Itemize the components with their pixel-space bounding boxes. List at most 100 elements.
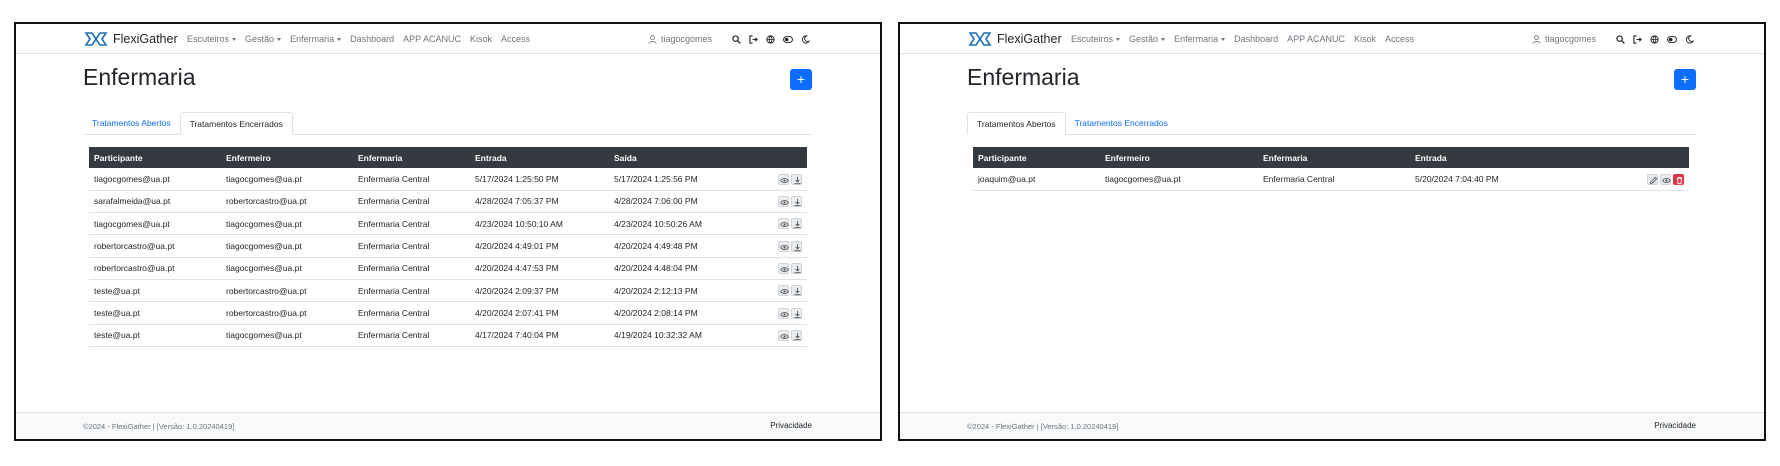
nav-escuteiros[interactable]: Escuteiros xyxy=(1071,34,1121,44)
table-row: teste@ua.pt tiagocgomes@ua.pt Enfermaria… xyxy=(89,324,807,347)
cell-enfermaria: Enfermaria Central xyxy=(353,257,470,280)
nav-kisok[interactable]: Kisok xyxy=(470,34,492,44)
cell-enfermaria: Enfermaria Central xyxy=(353,212,470,236)
cell-entrada: 5/20/2024 7:04:40 PM xyxy=(1410,168,1570,191)
logout-icon[interactable] xyxy=(749,34,758,44)
brand-name: FlexiGather xyxy=(997,32,1062,46)
nav-links: Escuteiros Gestão Enfermaria Dashboard A… xyxy=(187,24,539,54)
nav-app-acanuc[interactable]: APP ACANUC xyxy=(1287,34,1345,44)
privacy-link[interactable]: Privacidade xyxy=(770,421,812,430)
search-icon[interactable] xyxy=(732,34,741,44)
nav-access[interactable]: Access xyxy=(1385,34,1414,44)
view-button[interactable] xyxy=(778,173,789,185)
cell-saida: 4/20/2024 2:08:14 PM xyxy=(609,301,765,325)
nav-right: tiagocgomes xyxy=(1532,24,1694,54)
view-button[interactable] xyxy=(778,240,789,252)
brand[interactable]: FlexiGather xyxy=(967,30,1062,48)
nav-dashboard[interactable]: Dashboard xyxy=(350,34,394,44)
cell-participante: robertorcastro@ua.pt xyxy=(89,234,221,258)
nav-kisok[interactable]: Kisok xyxy=(1354,34,1376,44)
download-button[interactable] xyxy=(791,240,802,252)
add-button[interactable]: + xyxy=(790,69,812,90)
view-button[interactable] xyxy=(778,285,789,297)
footer: ©2024 - FlexiGather | [Versão: 1.0.20240… xyxy=(900,412,1764,439)
nav-app-acanuc[interactable]: APP ACANUC xyxy=(403,34,461,44)
view-button[interactable] xyxy=(778,196,789,208)
delete-button[interactable] xyxy=(1673,173,1684,185)
search-icon[interactable] xyxy=(1616,34,1625,44)
contrast-icon[interactable] xyxy=(783,35,793,44)
nav-escuteiros[interactable]: Escuteiros xyxy=(187,34,237,44)
view-button[interactable] xyxy=(1660,173,1671,185)
cell-enfermeiro: tiagocgomes@ua.pt xyxy=(221,212,353,236)
eye-icon xyxy=(780,267,789,272)
download-button[interactable] xyxy=(791,196,802,208)
nav-gestao[interactable]: Gestão xyxy=(1129,34,1166,44)
tab-tratamentos-abertos[interactable]: Tratamentos Abertos xyxy=(83,112,180,135)
table-row: tiagocgomes@ua.pt tiagocgomes@ua.pt Enfe… xyxy=(89,212,807,236)
download-button[interactable] xyxy=(791,173,802,185)
download-button[interactable] xyxy=(791,285,802,297)
nav-dashboard[interactable]: Dashboard xyxy=(1234,34,1278,44)
column-header xyxy=(1570,147,1689,168)
add-button[interactable]: + xyxy=(1674,69,1696,90)
cell-enfermeiro: tiagocgomes@ua.pt xyxy=(221,168,353,191)
cell-enfermaria: Enfermaria Central xyxy=(353,279,470,303)
nav-gestao[interactable]: Gestão xyxy=(245,34,282,44)
screenshot-panel-open: FlexiGather Escuteiros Gestão Enfermaria… xyxy=(898,22,1766,441)
eye-icon xyxy=(780,177,789,183)
column-header xyxy=(765,147,807,168)
nav-label: Gestão xyxy=(245,34,275,44)
cell-enfermeiro: robertorcastro@ua.pt xyxy=(221,279,353,303)
closed-treatments-table: Participante Enfermeiro Enfermaria Entra… xyxy=(89,147,807,347)
caret-down-icon xyxy=(232,38,237,42)
row-actions xyxy=(765,168,807,191)
language-icon[interactable] xyxy=(766,34,775,44)
caret-down-icon xyxy=(1221,38,1226,42)
logout-icon[interactable] xyxy=(1633,34,1642,44)
nav-user[interactable]: tiagocgomes xyxy=(648,34,712,44)
nav-access[interactable]: Access xyxy=(501,34,530,44)
brand-logo-icon xyxy=(84,32,108,46)
nav-enfermaria[interactable]: Enfermaria xyxy=(290,34,342,44)
brand[interactable]: FlexiGather xyxy=(83,30,178,48)
moon-icon[interactable] xyxy=(1685,34,1694,44)
cell-entrada: 4/20/2024 2:09:37 PM xyxy=(470,279,609,303)
view-button[interactable] xyxy=(778,262,789,274)
view-button[interactable] xyxy=(778,307,789,319)
cell-entrada: 4/28/2024 7:05:37 PM xyxy=(470,190,609,214)
cell-entrada: 4/23/2024 10:50:10 AM xyxy=(470,212,609,236)
table-row: tiagocgomes@ua.pt tiagocgomes@ua.pt Enfe… xyxy=(89,168,807,191)
tab-tratamentos-abertos[interactable]: Tratamentos Abertos xyxy=(967,112,1066,135)
nav-username: tiagocgomes xyxy=(660,34,712,44)
tab-tratamentos-encerrados[interactable]: Tratamentos Encerrados xyxy=(1066,112,1177,135)
trash-icon xyxy=(1676,176,1683,184)
view-button[interactable] xyxy=(778,329,789,341)
nav-user[interactable]: tiagocgomes xyxy=(1532,34,1596,44)
screenshot-panel-closed: FlexiGather Escuteiros Gestão Enfermaria… xyxy=(14,22,882,441)
download-button[interactable] xyxy=(791,218,802,230)
cell-saida: 4/28/2024 7:06:00 PM xyxy=(609,190,765,214)
download-icon xyxy=(794,198,801,207)
cell-saida: 4/20/2024 2:12:13 PM xyxy=(609,279,765,303)
cell-enfermeiro: tiagocgomes@ua.pt xyxy=(221,257,353,280)
download-button[interactable] xyxy=(791,307,802,319)
column-header: Entrada xyxy=(470,147,609,168)
nav-label: Escuteiros xyxy=(187,34,230,44)
row-actions xyxy=(765,279,807,303)
column-header: Enfermaria xyxy=(1258,147,1410,168)
contrast-icon[interactable] xyxy=(1667,35,1677,44)
privacy-link[interactable]: Privacidade xyxy=(1654,421,1696,430)
brand-logo-icon xyxy=(968,32,992,46)
nav-links: Escuteiros Gestão Enfermaria Dashboard A… xyxy=(1071,24,1423,54)
row-actions xyxy=(765,234,807,258)
edit-button[interactable] xyxy=(1647,173,1658,185)
view-button[interactable] xyxy=(778,218,789,230)
tab-tratamentos-encerrados[interactable]: Tratamentos Encerrados xyxy=(179,112,293,135)
language-icon[interactable] xyxy=(1650,34,1659,44)
moon-icon[interactable] xyxy=(801,34,810,44)
nav-enfermaria[interactable]: Enfermaria xyxy=(1174,34,1226,44)
download-button[interactable] xyxy=(791,262,802,274)
download-button[interactable] xyxy=(791,329,802,341)
cell-participante: tiagocgomes@ua.pt xyxy=(89,168,221,191)
